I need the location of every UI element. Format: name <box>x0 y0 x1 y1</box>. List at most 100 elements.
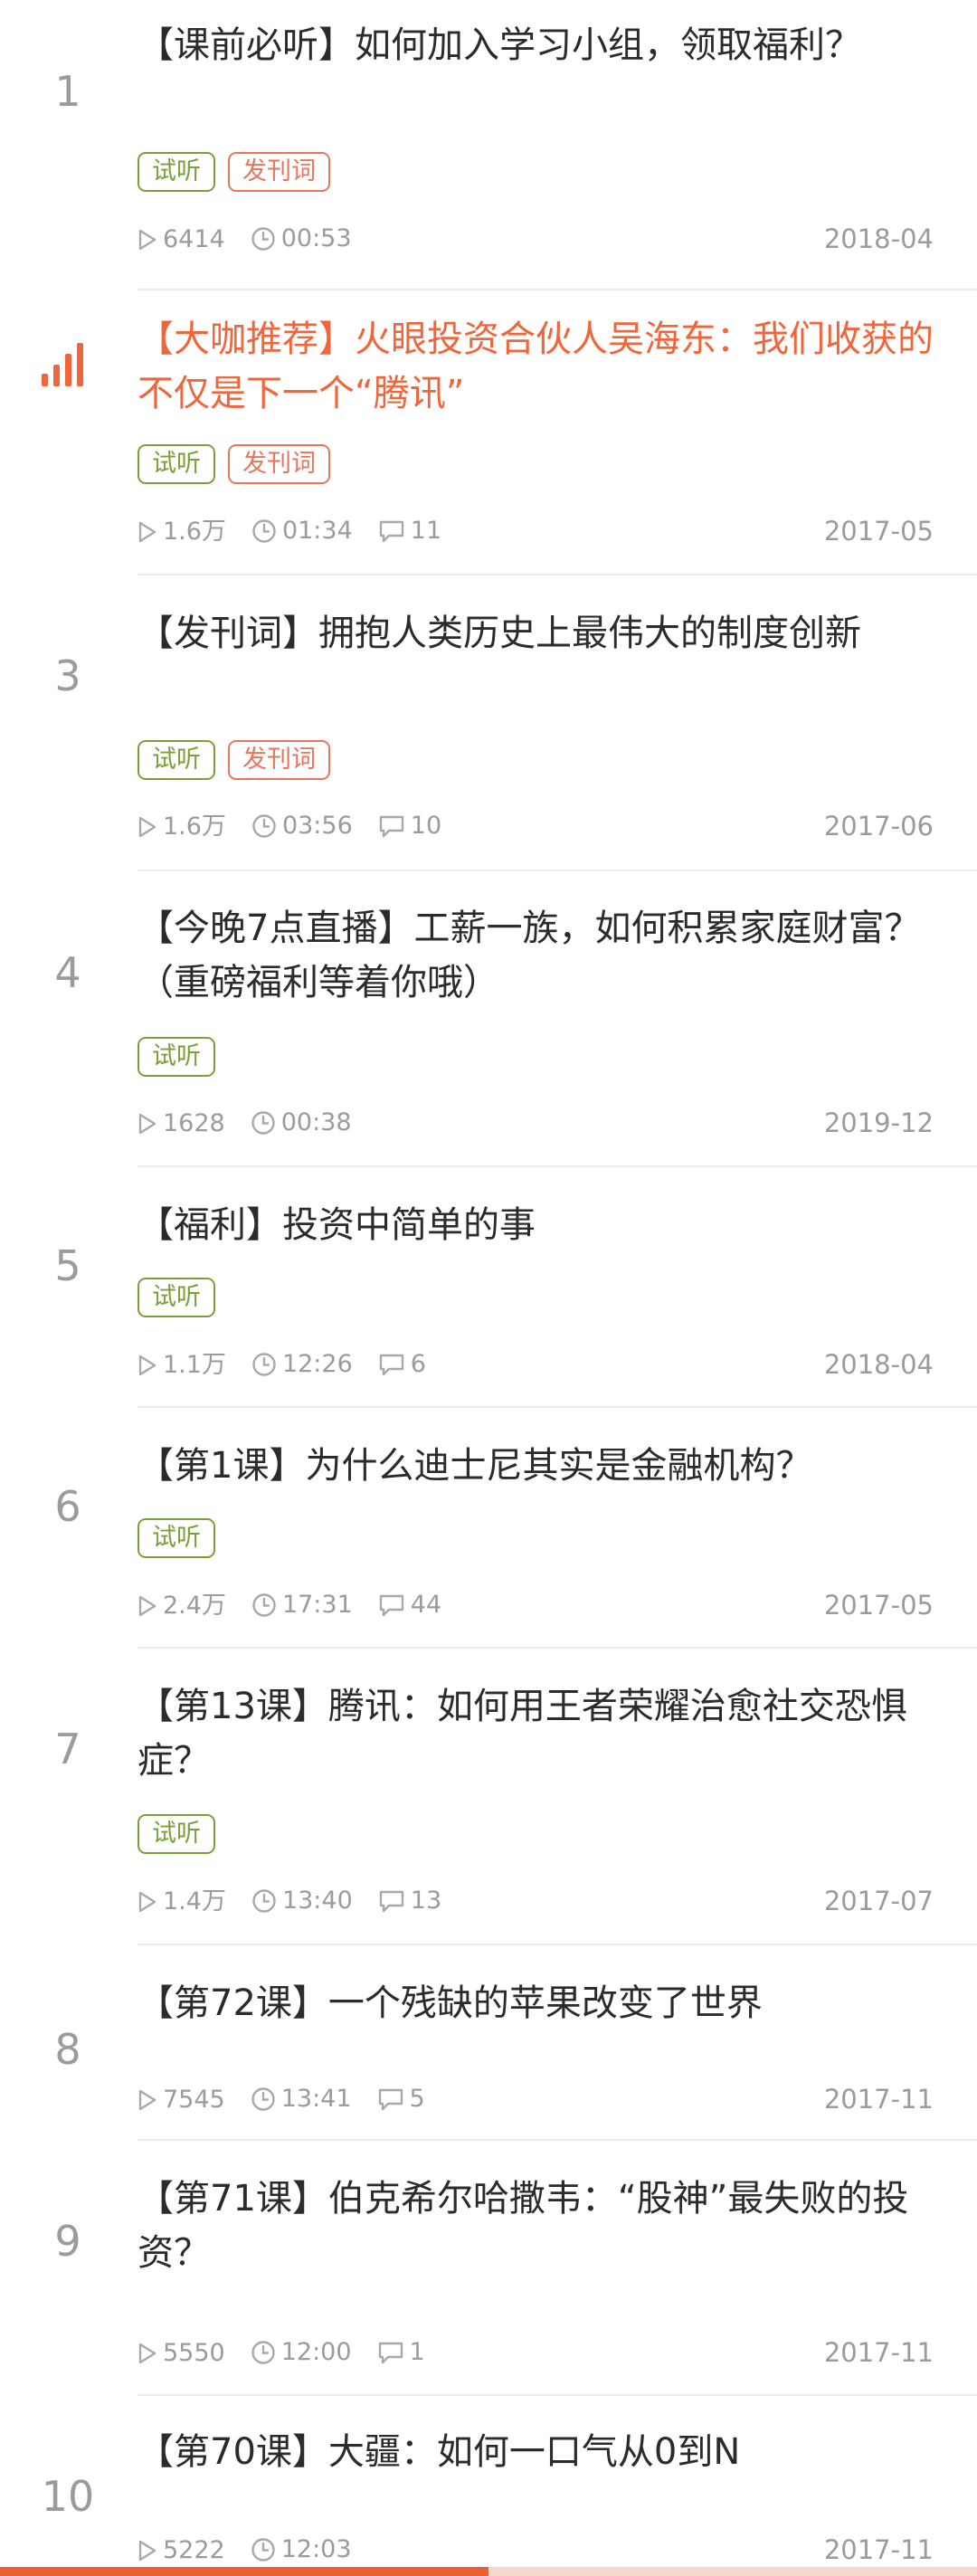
intro-tag: 发刊词 <box>228 444 330 484</box>
lesson-number: 10 <box>41 2472 95 2521</box>
comment-count-value: 13 <box>410 1887 442 1915</box>
comment-icon <box>379 815 403 838</box>
lesson-title[interactable]: 【第72课】一个残缺的苹果改变了世界 <box>138 1976 952 2030</box>
duration-clock-icon <box>251 2538 275 2562</box>
trial-tag: 试听 <box>138 1278 215 1317</box>
lesson-title[interactable]: 【课前必听】如何加入学习小组，领取福利？ <box>138 18 952 72</box>
play-count-icon <box>138 1355 157 1376</box>
lesson-title[interactable]: 【第71课】伯克希尔哈撒韦：“股神”最失败的投资？ <box>138 2172 952 2280</box>
publish-date: 2017-11 <box>823 2084 934 2115</box>
lesson-item[interactable]: 【大咖推荐】火眼投资合伙人吴海东：我们收获的不仅是下一个“腾讯” 试听 发刊词 1.6… <box>0 312 977 574</box>
lesson-item[interactable]: 5 【福利】投资中简单的事 试听 1.1万 12:26 6 2018-04 <box>0 1198 977 1406</box>
duration-clock-icon <box>252 1593 276 1617</box>
publish-date: 2017-11 <box>823 2534 934 2565</box>
duration-value: 12:26 <box>281 1350 353 1378</box>
list-divider <box>138 2394 977 2396</box>
lesson-item[interactable]: 7 【第13课】腾讯：如何用王者荣耀治愈社交恐惧症？ 试听 1.4万 13:40 13 20… <box>0 1679 977 1944</box>
list-divider <box>138 1406 977 1408</box>
trial-tag: 试听 <box>138 740 215 780</box>
lesson-title[interactable]: 【今晚7点直播】工薪一族，如何积累家庭财富？（重磅福利等着你哦） <box>138 901 952 1010</box>
lesson-item[interactable]: 1 【课前必听】如何加入学习小组，领取福利？ 试听 发刊词 6414 00:53 2018-… <box>0 18 977 289</box>
trial-tag: 试听 <box>138 1518 215 1558</box>
lesson-meta: 1.4万 13:40 13 2017-07 <box>138 1883 952 1919</box>
lesson-title[interactable]: 【第1课】为什么迪士尼其实是金融机构？ <box>138 1439 952 1493</box>
publish-date: 2017-11 <box>823 2337 934 2368</box>
lesson-number: 3 <box>54 651 81 700</box>
play-count-icon <box>138 2343 157 2364</box>
lesson-tags: 试听 <box>138 1278 952 1317</box>
duration-clock-icon <box>252 1889 276 1913</box>
play-count: 1.4万 <box>138 1884 226 1920</box>
play-count-value: 6414 <box>163 225 225 253</box>
duration-clock-icon <box>252 519 276 543</box>
comment-count-value: 11 <box>410 517 442 545</box>
list-divider <box>138 2139 977 2141</box>
lesson-tags: 试听 发刊词 <box>138 740 952 780</box>
lesson-meta: 5550 12:00 1 2017-11 <box>138 2334 952 2371</box>
lesson-item[interactable]: 9 【第71课】伯克希尔哈撒韦：“股神”最失败的投资？ 5550 12:00 1 2017… <box>0 2172 977 2394</box>
comment-count: 44 <box>378 1587 441 1623</box>
list-divider <box>138 870 977 871</box>
duration-clock-icon <box>252 1353 276 1376</box>
play-count-value: 1628 <box>163 1109 225 1137</box>
lesson-title[interactable]: 【福利】投资中简单的事 <box>138 1198 952 1252</box>
comment-icon <box>379 520 403 543</box>
lesson-meta: 1.1万 12:26 6 2018-04 <box>138 1346 952 1383</box>
duration: 00:53 <box>251 221 352 257</box>
lesson-title[interactable]: 【第70课】大疆：如何一口气从0到N <box>138 2425 952 2479</box>
duration-value: 12:00 <box>280 2338 352 2366</box>
lesson-item[interactable]: 8 【第72课】一个残缺的苹果改变了世界 7545 13:41 5 2017-11 <box>0 1976 977 2139</box>
duration-value: 00:38 <box>280 1108 352 1136</box>
lesson-meta: 6414 00:53 2018-04 <box>138 221 952 257</box>
duration-value: 01:34 <box>281 517 353 545</box>
play-count: 1.1万 <box>138 1347 226 1383</box>
lesson-item[interactable]: 4 【今晚7点直播】工薪一族，如何积累家庭财富？（重磅福利等着你哦） 试听 1628 0… <box>0 901 977 1165</box>
duration-clock-icon <box>251 227 275 251</box>
intro-tag: 发刊词 <box>228 740 330 780</box>
lesson-meta: 1.6万 03:56 10 2017-06 <box>138 808 952 844</box>
play-count-icon <box>138 816 157 838</box>
play-count-icon <box>138 1595 157 1617</box>
duration-clock-icon <box>252 814 276 838</box>
publish-date: 2017-05 <box>823 516 934 547</box>
lesson-item[interactable]: 10 【第70课】大疆：如何一口气从0到N 5222 12:03 2017-11 <box>0 2425 977 2576</box>
lesson-number: 1 <box>54 67 81 116</box>
play-count-icon <box>138 1891 157 1913</box>
duration: 01:34 <box>251 513 353 549</box>
comment-icon <box>378 2342 403 2364</box>
duration-value: 13:41 <box>280 2085 352 2113</box>
play-count-value: 7545 <box>163 2086 225 2114</box>
lesson-title[interactable]: 【大咖推荐】火眼投资合伙人吴海东：我们收获的不仅是下一个“腾讯” <box>138 312 952 421</box>
duration: 13:40 <box>251 1883 353 1919</box>
play-count-value: 2.4万 <box>163 1592 226 1620</box>
playback-progress-fill <box>0 2567 488 2576</box>
play-count: 5222 <box>138 2533 225 2569</box>
lesson-title[interactable]: 【发刊词】拥抱人类历史上最伟大的制度创新 <box>138 606 952 661</box>
list-divider <box>138 1165 977 1167</box>
play-count-icon <box>138 1113 157 1135</box>
trial-tag: 试听 <box>138 1037 215 1077</box>
lesson-meta: 1.6万 01:34 11 2017-05 <box>138 513 952 549</box>
comment-count: 1 <box>377 2334 425 2371</box>
lesson-item[interactable]: 3 【发刊词】拥抱人类历史上最伟大的制度创新试听 发刊词 1.6万 03:56 10 201… <box>0 606 977 870</box>
duration-clock-icon <box>251 2087 275 2111</box>
duration-value: 17:31 <box>281 1591 353 1619</box>
lesson-number: 7 <box>54 1725 81 1773</box>
comment-count: 10 <box>378 808 441 844</box>
lesson-item[interactable]: 6 【第1课】为什么迪士尼其实是金融机构？ 试听 2.4万 17:31 44 2017-05 <box>0 1439 977 1647</box>
playback-progress-bar[interactable] <box>0 2567 977 2576</box>
play-count: 1.6万 <box>138 809 226 845</box>
comment-count-value: 6 <box>410 1350 426 1378</box>
comment-count-value: 5 <box>409 2085 425 2113</box>
duration: 17:31 <box>251 1587 353 1623</box>
comment-icon <box>379 1354 403 1376</box>
comment-icon <box>379 1594 403 1617</box>
lesson-title[interactable]: 【第13课】腾讯：如何用王者荣耀治愈社交恐惧症？ <box>138 1679 952 1788</box>
duration-value: 00:53 <box>280 224 352 252</box>
duration: 12:00 <box>251 2334 352 2371</box>
play-count-value: 1.6万 <box>163 518 226 546</box>
play-count: 7545 <box>138 2082 225 2118</box>
lesson-number: 5 <box>54 1241 81 1290</box>
play-count: 1.6万 <box>138 514 226 550</box>
play-count: 1628 <box>138 1106 225 1142</box>
